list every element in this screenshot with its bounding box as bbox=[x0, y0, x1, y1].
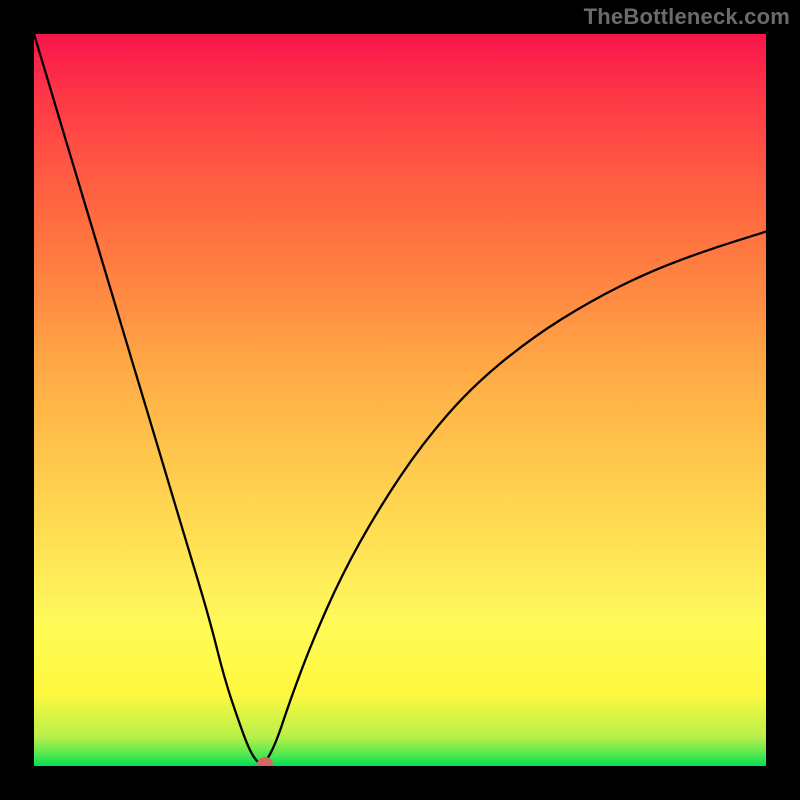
minimum-marker-icon bbox=[257, 757, 273, 766]
bottleneck-curve bbox=[34, 34, 766, 766]
curve-path bbox=[34, 34, 766, 764]
plot-area bbox=[34, 34, 766, 766]
chart-frame: TheBottleneck.com bbox=[0, 0, 800, 800]
watermark-text: TheBottleneck.com bbox=[584, 4, 790, 30]
